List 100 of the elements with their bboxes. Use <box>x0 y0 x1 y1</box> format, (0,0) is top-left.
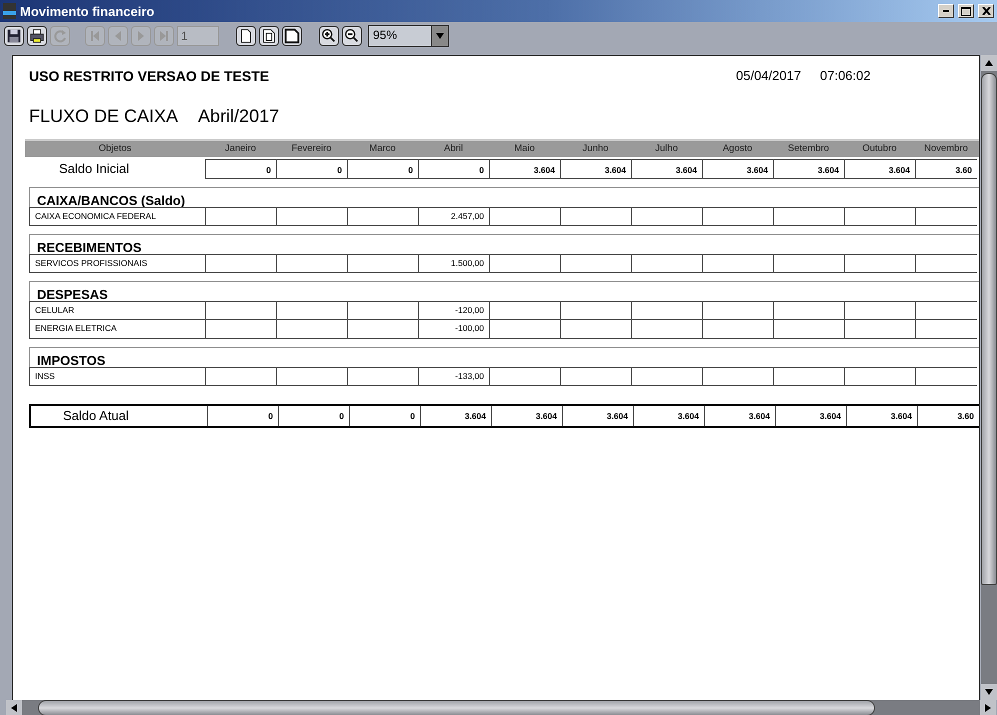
table-cell <box>276 320 347 339</box>
table-cell <box>915 301 977 320</box>
table-cell: 3.604 <box>704 406 775 426</box>
notice-text: USO RESTRITO VERSAO DE TESTE <box>29 68 270 84</box>
up-arrow-icon <box>985 60 993 66</box>
scroll-up-button[interactable] <box>981 55 997 71</box>
table-cell <box>347 254 418 273</box>
scroll-down-button[interactable] <box>981 684 997 700</box>
column-header: Maio <box>513 142 536 156</box>
column-header: Outubro <box>861 142 898 156</box>
table-cell: 3.604 <box>631 159 702 179</box>
table-cell <box>773 320 844 339</box>
printer-button[interactable] <box>27 26 47 46</box>
table-cell: 2.457,00 <box>418 207 489 226</box>
vertical-scrollbar[interactable] <box>981 55 997 700</box>
left-arrow-icon <box>11 704 17 712</box>
table-cell <box>773 254 844 273</box>
table-cell <box>773 207 844 226</box>
row-label: CELULAR <box>29 301 205 320</box>
horizontal-scrollbar[interactable] <box>6 700 996 715</box>
table-cell <box>205 320 276 339</box>
zoom-dropdown[interactable]: 95% <box>368 25 449 47</box>
section-title: DESPESAS <box>29 281 979 301</box>
table-cell <box>844 301 915 320</box>
table-cell <box>915 207 977 226</box>
window-icon <box>3 3 16 19</box>
scroll-left-button[interactable] <box>6 700 22 715</box>
table-cell <box>347 367 418 386</box>
table-cell <box>560 320 631 339</box>
scroll-thumb[interactable] <box>981 73 997 585</box>
table-cell <box>347 207 418 226</box>
scroll-thumb[interactable] <box>38 700 875 715</box>
table-cell <box>631 301 702 320</box>
table-cell <box>276 254 347 273</box>
zoom-in-button[interactable] <box>319 26 339 46</box>
table-cell: 0 <box>349 406 420 426</box>
period-text: Abril/2017 <box>198 106 280 127</box>
table-cell <box>489 207 560 226</box>
page-button[interactable] <box>259 26 279 46</box>
table-cell: 0 <box>207 406 278 426</box>
table-cell: -100,00 <box>418 320 489 339</box>
right-arrow-icon <box>985 704 991 712</box>
table-cell <box>276 301 347 320</box>
table-cell: 0 <box>418 159 489 179</box>
row-label: INSS <box>29 367 205 386</box>
save-button[interactable] <box>4 26 24 46</box>
first-page-icon <box>90 30 100 42</box>
section-title: CAIXA/BANCOS (Saldo) <box>29 187 979 207</box>
down-arrow-icon <box>985 689 993 695</box>
table-cell <box>631 320 702 339</box>
table-cell <box>773 301 844 320</box>
zoom-out-button[interactable] <box>342 26 362 46</box>
close-icon <box>982 7 990 15</box>
column-header: Marco <box>368 142 397 156</box>
table-cell <box>276 207 347 226</box>
table-cell <box>489 320 560 339</box>
table-cell <box>276 367 347 386</box>
column-header: Novembro <box>923 142 969 156</box>
section-title: IMPOSTOS <box>29 347 979 367</box>
zoom-in-icon <box>320 27 338 45</box>
page-button[interactable] <box>236 26 256 46</box>
table-cell <box>844 320 915 339</box>
table-cell: 3.604 <box>420 406 491 426</box>
save-icon <box>5 27 23 45</box>
report-title: FLUXO DE CAIXA <box>29 106 178 127</box>
table-cell <box>915 320 977 339</box>
table-cell <box>205 207 276 226</box>
last-page-icon <box>159 30 169 42</box>
maximize-button[interactable] <box>958 4 974 18</box>
column-header: Setembro <box>786 142 830 156</box>
column-header: Abril <box>442 142 464 156</box>
table-cell <box>347 320 418 339</box>
close-button[interactable] <box>978 4 994 18</box>
date-text: 05/04/2017 <box>736 68 802 84</box>
minimize-button[interactable] <box>938 4 954 18</box>
table-cell <box>702 320 773 339</box>
column-header: Julho <box>654 142 679 156</box>
table-cell <box>631 367 702 386</box>
row-label: CAIXA ECONOMICA FEDERAL <box>29 207 205 226</box>
table-cell <box>489 301 560 320</box>
next-page-icon <box>137 30 145 42</box>
table-cell <box>844 254 915 273</box>
table-cell <box>347 301 418 320</box>
page-icon <box>283 27 301 45</box>
table-cell <box>844 367 915 386</box>
table-cell <box>702 254 773 273</box>
column-header: Objetos <box>98 142 132 156</box>
zoom-out-icon <box>343 27 361 45</box>
table-cell <box>489 367 560 386</box>
table-cell: 1.500,00 <box>418 254 489 273</box>
table-cell <box>915 367 977 386</box>
page-button[interactable] <box>282 26 302 46</box>
row-label: SERVICOS PROFISSIONAIS <box>29 254 205 273</box>
table-cell: 3.604 <box>773 159 844 179</box>
printer-icon <box>28 27 46 45</box>
scroll-right-button[interactable] <box>980 700 996 715</box>
table-cell <box>560 207 631 226</box>
table-cell: 3.604 <box>844 159 915 179</box>
table-cell <box>844 207 915 226</box>
table-cell: 3.60 <box>915 159 977 179</box>
